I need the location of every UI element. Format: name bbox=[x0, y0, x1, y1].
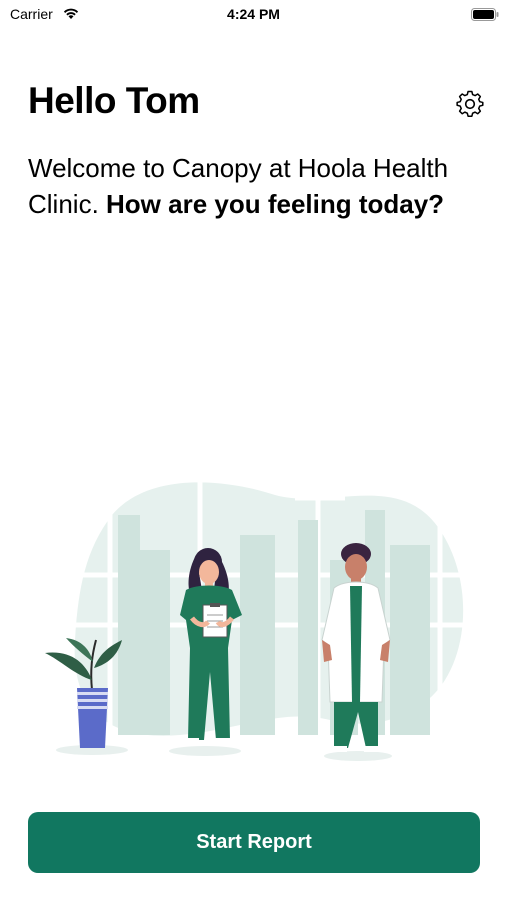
page-title: Hello Tom bbox=[28, 80, 200, 121]
gear-icon bbox=[456, 90, 484, 117]
clinic-illustration bbox=[45, 455, 470, 761]
battery-icon bbox=[471, 8, 499, 21]
start-report-button[interactable]: Start Report bbox=[28, 812, 480, 873]
settings-button[interactable] bbox=[456, 90, 484, 118]
welcome-message: Welcome to Canopy at Hoola Health Clinic… bbox=[28, 150, 488, 222]
clock: 4:24 PM bbox=[227, 6, 280, 22]
welcome-question: How are you feeling today? bbox=[106, 189, 445, 219]
status-bar: Carrier 4:24 PM bbox=[0, 0, 507, 30]
